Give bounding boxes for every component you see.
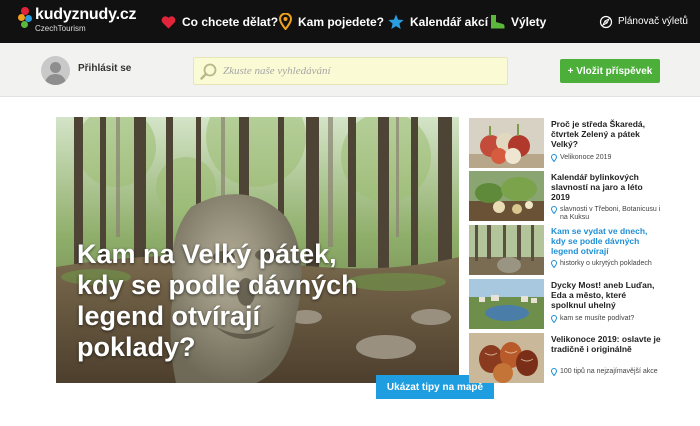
article-tag: 100 tipů na nejzajímavější akce — [551, 368, 663, 376]
heart-icon — [161, 15, 176, 29]
article-thumbnail[interactable] — [469, 171, 544, 221]
logo-icon — [18, 7, 32, 29]
tag-label: 100 tipů na nejzajímavější akce — [560, 368, 658, 375]
article-thumbnail[interactable] — [469, 279, 544, 329]
article-title[interactable]: Velikonoce 2019: oslavte je tradičně i o… — [551, 334, 663, 354]
add-post-button[interactable]: + Vložit příspěvek — [560, 59, 660, 83]
planner-label: Plánovač výletů — [617, 16, 688, 27]
nav-label: Kalendář akcí — [410, 14, 489, 29]
nav-label: Výlety — [511, 14, 547, 29]
list-item[interactable]: Proč je středa Škaredá, čtvrtek Zelený a… — [469, 118, 699, 170]
article-title[interactable]: Dycky Most! aneb Luďan, Eda a město, kte… — [551, 280, 663, 310]
list-item[interactable]: Kalendář bylinkových slavností na jaro a… — [469, 171, 699, 223]
search-icon — [200, 63, 217, 80]
article-tag: slavnosti v Třeboni, Botanicusu i na Kuk… — [551, 206, 663, 222]
compass-icon — [599, 15, 613, 28]
star-icon — [388, 14, 404, 29]
top-navigation: kudyznudy.cz CzechTourism Co chcete děla… — [0, 0, 700, 43]
article-title[interactable]: Kam se vydat ve dnech, kdy se podle dávn… — [551, 226, 663, 256]
map-pin-icon — [551, 260, 557, 268]
nav-what-to-do[interactable]: Co chcete dělat? — [161, 0, 278, 43]
map-pin-icon — [551, 154, 557, 162]
logo-subtitle: CzechTourism — [35, 24, 86, 33]
tag-label: kam se musíte podívat? — [560, 315, 635, 322]
article-thumbnail[interactable] — [469, 333, 544, 383]
search-box[interactable] — [193, 57, 508, 85]
list-item[interactable]: Dycky Most! aneb Luďan, Eda a město, kte… — [469, 279, 699, 331]
login-link[interactable]: Přihlásit se — [78, 63, 131, 74]
map-pin-icon — [279, 13, 292, 30]
article-title[interactable]: Kalendář bylinkových slavností na jaro a… — [551, 172, 663, 202]
hero-banner[interactable]: Kam na Velký pátek, kdy se podle dávných… — [56, 117, 459, 383]
map-pin-icon — [551, 368, 557, 376]
search-input[interactable] — [223, 65, 493, 77]
map-pin-icon — [551, 315, 557, 323]
boot-icon — [491, 15, 505, 29]
article-tag: historky o ukrytých pokladech — [551, 260, 663, 268]
nav-label: Co chcete dělat? — [182, 14, 279, 29]
user-toolbar: Přihlásit se + Vložit příspěvek — [0, 43, 700, 97]
article-title[interactable]: Proč je středa Škaredá, čtvrtek Zelený a… — [551, 119, 663, 149]
article-tag: Velikonoce 2019 — [551, 154, 663, 162]
trip-planner-link[interactable]: Plánovač výletů — [599, 0, 688, 43]
avatar[interactable] — [41, 56, 70, 85]
list-item[interactable]: Kam se vydat ve dnech, kdy se podle dávn… — [469, 225, 699, 277]
tag-label: historky o ukrytých pokladech — [560, 260, 652, 267]
hero-title[interactable]: Kam na Velký pátek, kdy se podle dávných… — [77, 239, 377, 363]
list-item[interactable]: Velikonoce 2019: oslavte je tradičně i o… — [469, 333, 699, 385]
tag-label: Velikonoce 2019 — [560, 154, 612, 161]
nav-where-to-go[interactable]: Kam pojedete? — [279, 0, 384, 43]
map-pin-icon — [551, 206, 557, 214]
nav-event-calendar[interactable]: Kalendář akcí — [388, 0, 488, 43]
logo-name: kudyznudy.cz — [35, 6, 137, 23]
nav-label: Kam pojedete? — [298, 14, 385, 29]
nav-trips[interactable]: Výlety — [490, 0, 546, 43]
tag-label: slavnosti v Třeboni, Botanicusu i na Kuk… — [560, 206, 661, 221]
article-tag: kam se musíte podívat? — [551, 315, 663, 323]
article-thumbnail[interactable] — [469, 118, 544, 168]
site-logo[interactable]: kudyznudy.cz CzechTourism — [18, 6, 137, 33]
article-thumbnail[interactable] — [469, 225, 544, 275]
